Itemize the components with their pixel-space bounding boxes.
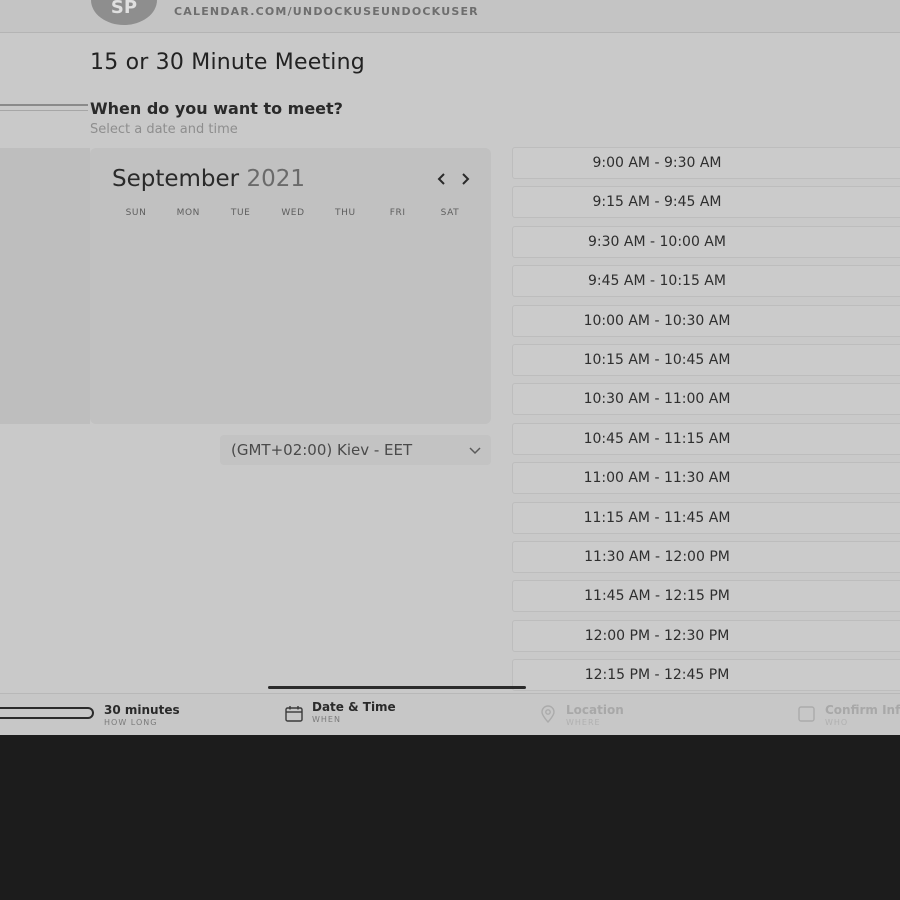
time-slot-button[interactable]: 10:15 AM - 10:45 AM xyxy=(512,343,900,376)
step-confirm-info[interactable]: Confirm Info WHO xyxy=(825,703,900,727)
section-subtitle: Select a date and time xyxy=(90,122,238,137)
location-pin-icon xyxy=(541,705,555,724)
time-slot-list: 9:00 AM - 9:30 AM 9:15 AM - 9:45 AM 9:30… xyxy=(512,147,900,698)
time-slot-button[interactable]: 11:45 AM - 12:15 PM xyxy=(512,580,900,613)
chevron-down-icon xyxy=(469,447,481,455)
step-location[interactable]: Location WHERE xyxy=(566,703,624,727)
left-divider xyxy=(0,104,88,106)
next-month-button[interactable] xyxy=(456,170,474,188)
time-slot-button[interactable]: 11:15 AM - 11:45 AM xyxy=(512,501,900,534)
active-step-indicator xyxy=(268,686,526,689)
chevron-left-icon xyxy=(437,173,445,185)
booking-url: CALENDAR.COM/UNDOCKUSEUNDOCKUSER xyxy=(174,5,479,18)
calendar-year: 2021 xyxy=(246,166,305,192)
booking-steps-bar: 30 minutes HOW LONG Date & Time WHEN Loc… xyxy=(0,686,900,735)
page-title: 15 or 30 Minute Meeting xyxy=(90,50,365,75)
time-slot-button[interactable]: 11:00 AM - 11:30 AM xyxy=(512,462,900,495)
time-slot-button[interactable]: 9:15 AM - 9:45 AM xyxy=(512,186,900,219)
time-slot-button[interactable]: 11:30 AM - 12:00 PM xyxy=(512,540,900,573)
page-header: SP CALENDAR.COM/UNDOCKUSEUNDOCKUSER xyxy=(0,0,900,33)
time-slot-button[interactable]: 10:00 AM - 10:30 AM xyxy=(512,304,900,337)
booking-page: SP CALENDAR.COM/UNDOCKUSEUNDOCKUSER 15 o… xyxy=(0,0,900,735)
step-label: HOW LONG xyxy=(104,718,158,727)
weekday-label: SUN xyxy=(125,208,147,218)
time-slot-button[interactable]: 12:00 PM - 12:30 PM xyxy=(512,619,900,652)
step-value: Location xyxy=(566,703,624,717)
step-date-time[interactable]: Date & Time WHEN xyxy=(312,700,396,724)
section-heading: When do you want to meet? xyxy=(90,99,343,118)
prev-month-button[interactable] xyxy=(433,170,451,188)
calendar-month-label: September 2021 xyxy=(112,166,305,192)
time-slot-button[interactable]: 9:45 AM - 10:15 AM xyxy=(512,265,900,298)
time-slot-button[interactable]: 10:45 AM - 11:15 AM xyxy=(512,422,900,455)
step-label: WHO xyxy=(825,718,849,727)
calendar-month: September xyxy=(112,166,240,192)
step-value: Confirm Info xyxy=(825,703,900,717)
left-divider-secondary xyxy=(0,110,88,111)
timezone-select[interactable]: (GMT+02:00) Kiev - EET xyxy=(220,435,491,465)
weekday-header: SUN MON TUE WED THU FRI SAT xyxy=(112,208,474,218)
weekday-label: FRI xyxy=(389,208,406,218)
avatar: SP xyxy=(91,0,157,25)
calendar-icon xyxy=(285,706,303,722)
timezone-value: (GMT+02:00) Kiev - EET xyxy=(231,441,413,459)
weekday-label: THU xyxy=(334,208,356,218)
person-card-icon xyxy=(798,706,815,722)
step-value: 30 minutes xyxy=(104,703,180,717)
chevron-right-icon xyxy=(462,173,470,185)
weekday-label: MON xyxy=(176,208,201,218)
time-slot-button[interactable]: 12:15 PM - 12:45 PM xyxy=(512,659,900,692)
time-slot-button[interactable]: 10:30 AM - 11:00 AM xyxy=(512,383,900,416)
step-label: WHEN xyxy=(312,715,341,724)
progress-indicator xyxy=(0,707,94,719)
weekday-label: TUE xyxy=(230,208,251,218)
step-value: Date & Time xyxy=(312,700,396,714)
step-label: WHERE xyxy=(566,718,601,727)
date-picker: September 2021 SUN MON TUE WED THU FRI S… xyxy=(90,148,491,424)
weekday-label: SAT xyxy=(440,208,460,218)
step-duration[interactable]: 30 minutes HOW LONG xyxy=(104,703,180,727)
time-slot-button[interactable]: 9:00 AM - 9:30 AM xyxy=(512,147,900,179)
left-panel xyxy=(0,148,90,424)
time-slot-button[interactable]: 9:30 AM - 10:00 AM xyxy=(512,225,900,258)
weekday-label: WED xyxy=(281,208,305,218)
